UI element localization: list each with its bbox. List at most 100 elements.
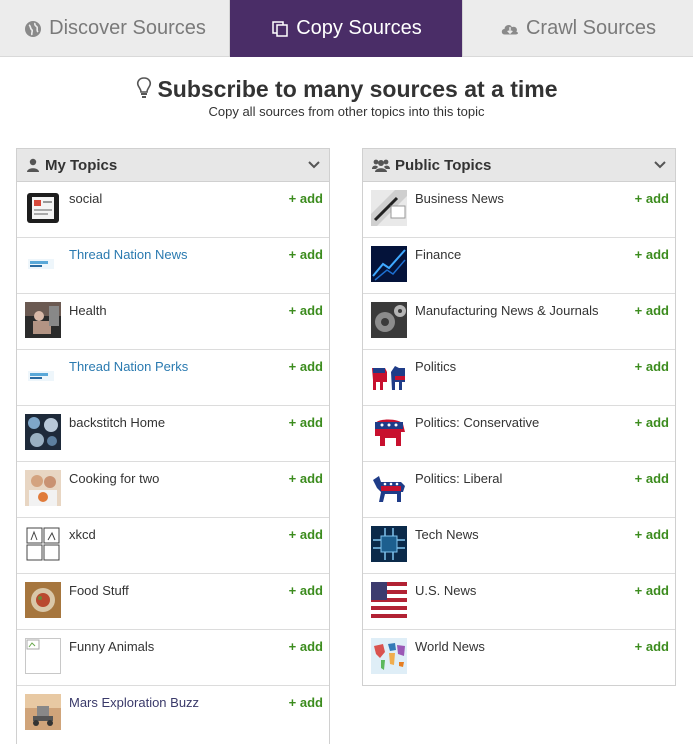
topic-name[interactable]: Food Stuff: [69, 583, 129, 598]
add-button[interactable]: + add: [635, 191, 669, 206]
topic-name[interactable]: Finance: [415, 247, 461, 262]
topic-thumbnail: [25, 246, 61, 282]
topic-name[interactable]: Politics: Liberal: [415, 471, 502, 486]
add-button[interactable]: + add: [635, 583, 669, 598]
add-button[interactable]: + add: [635, 359, 669, 374]
topic-thumbnail: [371, 470, 407, 506]
list-item[interactable]: World News + add: [363, 630, 675, 686]
users-icon: [371, 157, 391, 173]
topic-name[interactable]: World News: [415, 639, 485, 654]
list-item[interactable]: Politics: Conservative + add: [363, 406, 675, 462]
add-button[interactable]: + add: [635, 247, 669, 262]
globe-icon: [23, 19, 43, 39]
lightbulb-icon: [135, 76, 153, 100]
list-item[interactable]: Thread Nation News + add: [17, 238, 329, 294]
my-topics-panel: My Topics social + add Thread Nation New…: [16, 148, 330, 744]
topic-thumbnail: [371, 414, 407, 450]
add-button[interactable]: + add: [635, 471, 669, 486]
topic-name[interactable]: Thread Nation News: [69, 247, 188, 262]
add-button[interactable]: + add: [635, 303, 669, 318]
list-item[interactable]: Food Stuff + add: [17, 574, 329, 630]
topic-name[interactable]: Politics: Conservative: [415, 415, 539, 430]
tab-crawl-sources[interactable]: Crawl Sources: [462, 0, 693, 57]
list-item[interactable]: Thread Nation Perks + add: [17, 350, 329, 406]
my-topics-title: My Topics: [45, 156, 118, 174]
tab-copy-label: Copy Sources: [296, 17, 422, 39]
add-button[interactable]: + add: [635, 639, 669, 654]
list-item[interactable]: Finance + add: [363, 238, 675, 294]
add-button[interactable]: + add: [289, 191, 323, 206]
public-topics-header[interactable]: Public Topics: [363, 149, 675, 182]
add-button[interactable]: + add: [289, 303, 323, 318]
topic-name[interactable]: Thread Nation Perks: [69, 359, 188, 374]
list-item[interactable]: Politics + add: [363, 350, 675, 406]
add-button[interactable]: + add: [289, 359, 323, 374]
cloud-download-icon: [500, 19, 520, 39]
add-button[interactable]: + add: [289, 639, 323, 654]
topic-thumbnail: [25, 414, 61, 450]
topic-thumbnail: [25, 358, 61, 394]
topic-thumbnail: [371, 302, 407, 338]
page-title: Subscribe to many sources at a time: [0, 76, 693, 103]
list-item[interactable]: backstitch Home + add: [17, 406, 329, 462]
topic-name[interactable]: Health: [69, 303, 107, 318]
source-tabs: Discover Sources Copy Sources Crawl Sour…: [0, 0, 693, 57]
broken-image-icon: [25, 638, 61, 674]
add-button[interactable]: + add: [289, 415, 323, 430]
tab-discover-sources[interactable]: Discover Sources: [0, 0, 230, 57]
my-topics-header[interactable]: My Topics: [17, 149, 329, 182]
us-flag-thumbnail: [371, 582, 407, 618]
topic-thumbnail: [371, 246, 407, 282]
topic-thumbnail: [25, 302, 61, 338]
topic-name[interactable]: xkcd: [69, 527, 96, 542]
topic-thumbnail: [25, 582, 61, 618]
topic-name[interactable]: U.S. News: [415, 583, 476, 598]
topic-thumbnail: [25, 190, 61, 226]
add-button[interactable]: + add: [289, 527, 323, 542]
list-item[interactable]: Manufacturing News & Journals + add: [363, 294, 675, 350]
add-button[interactable]: + add: [289, 583, 323, 598]
tab-crawl-label: Crawl Sources: [525, 17, 657, 39]
topic-name[interactable]: Funny Animals: [69, 639, 154, 654]
user-icon: [25, 157, 41, 173]
list-item[interactable]: Health + add: [17, 294, 329, 350]
public-topics-panel: Public Topics Business News + add Financ…: [362, 148, 676, 686]
add-button[interactable]: + add: [289, 695, 323, 710]
public-topics-title: Public Topics: [395, 156, 492, 174]
page-subtitle: Copy all sources from other topics into …: [208, 104, 485, 119]
list-item[interactable]: Politics: Liberal + add: [363, 462, 675, 518]
list-item[interactable]: Funny Animals + add: [17, 630, 329, 686]
topic-name[interactable]: Politics: [415, 359, 456, 374]
topic-thumbnail: [371, 526, 407, 562]
chevron-down-icon[interactable]: [653, 158, 667, 172]
topic-name[interactable]: Manufacturing News & Journals: [415, 303, 599, 318]
add-button[interactable]: + add: [635, 527, 669, 542]
list-item[interactable]: Tech News + add: [363, 518, 675, 574]
list-item[interactable]: Mars Exploration Buzz + add: [17, 686, 329, 742]
topic-thumbnail: [371, 190, 407, 226]
copy-icon: [270, 19, 290, 39]
tab-discover-label: Discover Sources: [49, 17, 206, 39]
topic-thumbnail: [25, 470, 61, 506]
add-button[interactable]: + add: [635, 415, 669, 430]
topic-thumbnail: [25, 694, 61, 730]
topic-name[interactable]: Mars Exploration Buzz: [69, 695, 199, 710]
add-button[interactable]: + add: [289, 471, 323, 486]
topic-name[interactable]: social: [69, 191, 102, 206]
list-item[interactable]: U.S. News + add: [363, 574, 675, 630]
list-item[interactable]: Cooking for two + add: [17, 462, 329, 518]
topic-name[interactable]: backstitch Home: [69, 415, 165, 430]
topic-thumbnail: [371, 358, 407, 394]
topic-name[interactable]: Business News: [415, 191, 504, 206]
add-button[interactable]: + add: [289, 247, 323, 262]
chevron-down-icon[interactable]: [307, 158, 321, 172]
topic-name[interactable]: Tech News: [415, 527, 479, 542]
tab-copy-sources[interactable]: Copy Sources: [230, 0, 462, 57]
world-map-thumbnail: [371, 638, 407, 674]
topic-thumbnail: [25, 526, 61, 562]
list-item[interactable]: social + add: [17, 182, 329, 238]
topic-name[interactable]: Cooking for two: [69, 471, 159, 486]
list-item[interactable]: Business News + add: [363, 182, 675, 238]
page-title-text: Subscribe to many sources at a time: [157, 76, 558, 102]
list-item[interactable]: xkcd + add: [17, 518, 329, 574]
